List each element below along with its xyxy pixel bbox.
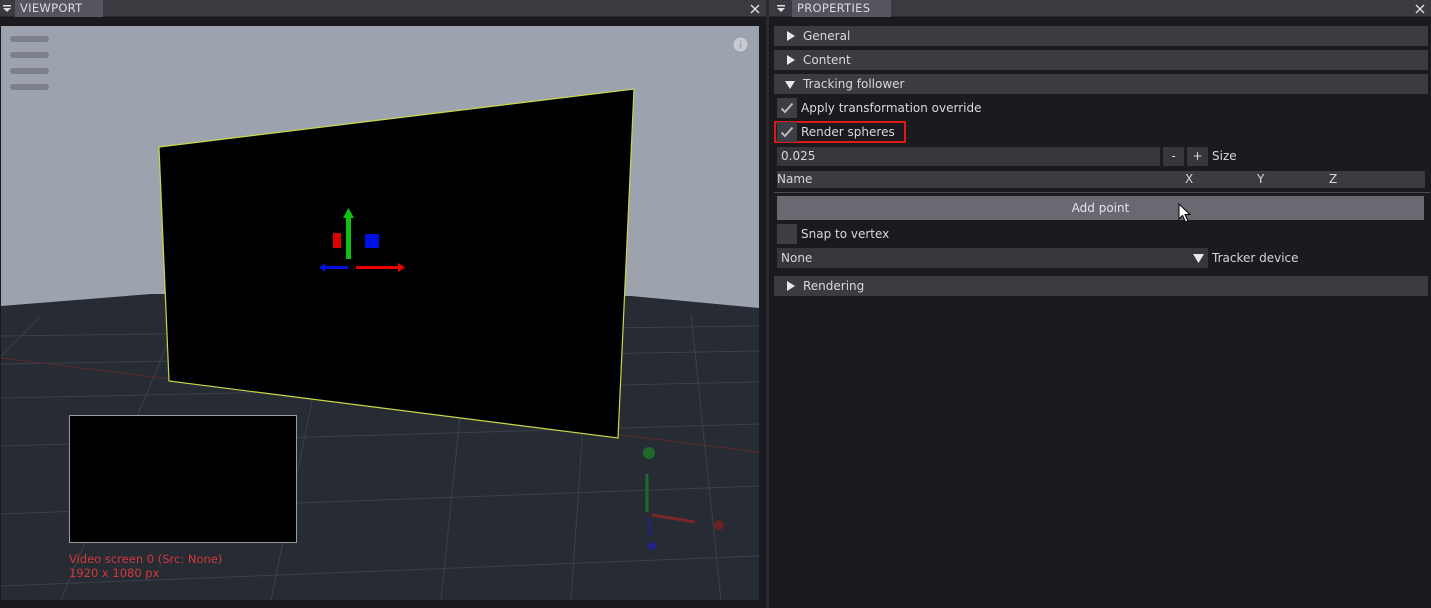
section-rendering-label: Rendering [803, 279, 865, 293]
section-general-label: General [803, 29, 851, 43]
properties-panel: PROPERTIES General Content Tracking foll… [769, 0, 1431, 608]
menu-icon[interactable] [0, 0, 14, 17]
apply-transformation-override-checkbox[interactable] [777, 98, 797, 118]
collapsed-arrow-icon [784, 276, 796, 296]
tracker-device-label: Tracker device [1212, 251, 1299, 265]
column-name[interactable]: Name [777, 171, 812, 188]
viewport-panel: VIEWPORT Video screen 0 (Src: None) 1920… [0, 0, 766, 608]
chevron-down-icon [1193, 248, 1204, 268]
hamburger-icon[interactable] [10, 36, 49, 100]
size-input[interactable]: 0.025 [777, 147, 1160, 166]
add-point-button[interactable]: Add point [777, 196, 1424, 220]
apply-transformation-override-row[interactable]: Apply transformation override [777, 98, 982, 118]
apply-transformation-override-label: Apply transformation override [801, 101, 982, 115]
render-spheres-label: Render spheres [801, 125, 895, 139]
points-table-header: Name X Y Z [777, 171, 1425, 188]
mouse-cursor-icon [1178, 203, 1192, 223]
column-y[interactable]: Y [1257, 171, 1264, 188]
section-rendering[interactable]: Rendering [774, 276, 1428, 296]
menu-icon[interactable] [774, 0, 788, 17]
close-icon[interactable] [1413, 0, 1427, 17]
section-general[interactable]: General [774, 26, 1428, 46]
snap-to-vertex-checkbox[interactable] [777, 224, 797, 244]
snap-to-vertex-label: Snap to vertex [801, 227, 890, 241]
video-screen-caption: Video screen 0 (Src: None) [69, 552, 223, 566]
checkmark-icon [780, 102, 794, 114]
snap-to-vertex-row[interactable]: Snap to vertex [777, 224, 889, 244]
section-tracking-follower-label: Tracking follower [803, 77, 905, 91]
column-x[interactable]: X [1185, 171, 1193, 188]
collapsed-arrow-icon [784, 50, 796, 70]
size-increment-button[interactable]: + [1187, 147, 1208, 166]
properties-titlebar: PROPERTIES [769, 0, 1431, 17]
section-content[interactable]: Content [774, 50, 1428, 70]
video-screen-plane[interactable] [158, 88, 635, 439]
properties-tab[interactable]: PROPERTIES [792, 0, 892, 17]
render-spheres-checkbox[interactable] [777, 122, 797, 142]
checkmark-icon [780, 126, 794, 138]
size-decrement-button[interactable]: - [1163, 147, 1184, 166]
close-icon[interactable] [748, 0, 762, 17]
video-preview-inset [69, 415, 297, 543]
separator [774, 192, 1430, 193]
expanded-arrow-icon [784, 74, 796, 94]
section-content-label: Content [803, 53, 851, 67]
viewport-tab[interactable]: VIEWPORT [15, 0, 104, 17]
video-resolution-caption: 1920 x 1080 px [69, 566, 160, 580]
column-z[interactable]: Z [1329, 171, 1337, 188]
section-tracking-follower[interactable]: Tracking follower [774, 74, 1428, 94]
render-spheres-row[interactable]: Render spheres [774, 121, 906, 143]
viewport-titlebar: VIEWPORT [0, 0, 766, 17]
size-label: Size [1212, 149, 1237, 163]
tracker-device-select[interactable]: None [777, 248, 1208, 268]
info-icon[interactable] [733, 37, 748, 52]
tracker-device-value: None [781, 251, 813, 265]
collapsed-arrow-icon [784, 26, 796, 46]
3d-viewport-canvas[interactable]: Video screen 0 (Src: None) 1920 x 1080 p… [1, 26, 759, 600]
